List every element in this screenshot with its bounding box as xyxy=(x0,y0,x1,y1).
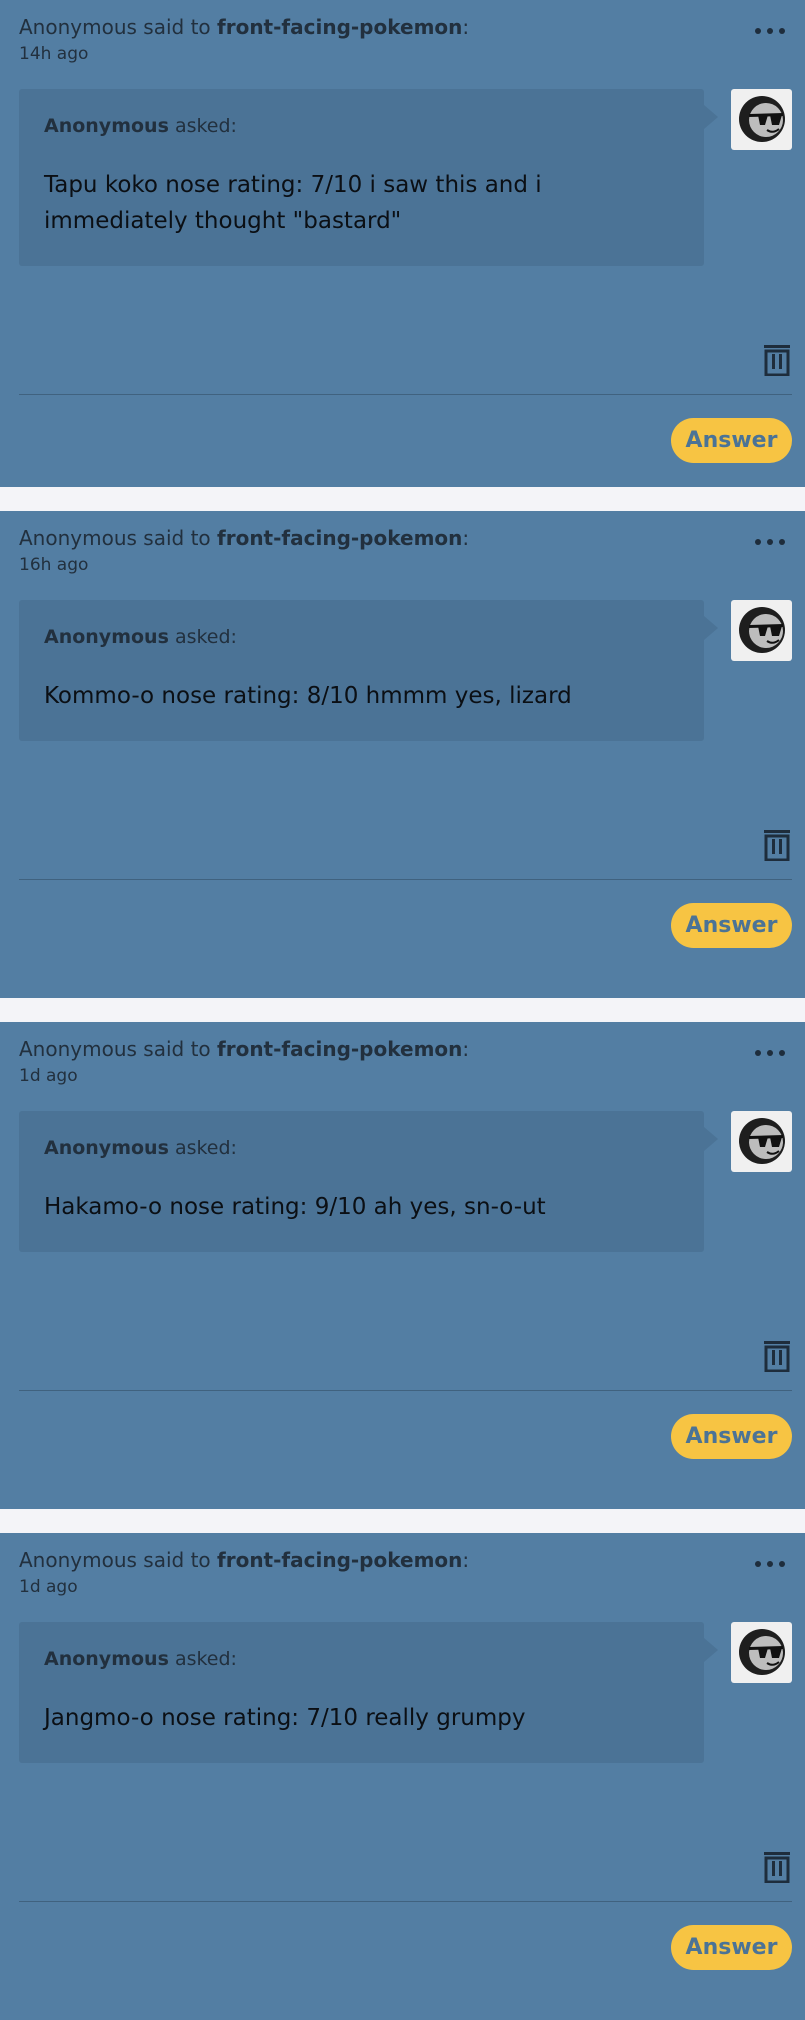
asker-name: Anonymous xyxy=(44,626,169,648)
answer-button[interactable]: Answer xyxy=(671,1925,792,1970)
sender-name: Anonymous xyxy=(19,526,137,550)
question-text: Kommo-o nose rating: 8/10 hmmm yes, liza… xyxy=(44,683,572,709)
timestamp: 16h ago xyxy=(19,555,89,575)
timestamp: 14h ago xyxy=(19,44,89,64)
question-text: Tapu koko nose rating: 7/10 i saw this a… xyxy=(44,172,542,234)
asker-name: Anonymous xyxy=(44,1648,169,1670)
timestamp: 1d ago xyxy=(19,1577,78,1597)
blog-name-link[interactable]: front-facing-pokemon xyxy=(217,15,462,39)
card-header: Anonymous said to front-facing-pokemon: … xyxy=(19,524,469,578)
said-to-text: said to xyxy=(143,526,211,550)
more-options-icon[interactable] xyxy=(755,539,785,549)
question-bubble: Anonymous asked: Jangmo-o nose rating: 7… xyxy=(19,1622,718,1763)
trash-icon[interactable] xyxy=(763,1851,791,1884)
asked-text: asked: xyxy=(174,115,237,137)
ask-card: Anonymous said to front-facing-pokemon: … xyxy=(0,0,805,487)
timestamp: 1d ago xyxy=(19,1066,78,1086)
question-text: Hakamo-o nose rating: 9/10 ah yes, sn-o-… xyxy=(44,1194,546,1220)
colon: : xyxy=(462,15,470,39)
asker-line: Anonymous asked: xyxy=(44,113,679,139)
ask-card: Anonymous said to front-facing-pokemon: … xyxy=(0,1533,805,2020)
sunglasses-face-icon xyxy=(731,1622,792,1683)
answer-button[interactable]: Answer xyxy=(671,903,792,948)
colon: : xyxy=(462,526,470,550)
more-options-icon[interactable] xyxy=(755,28,785,38)
sender-line: Anonymous said to front-facing-pokemon: xyxy=(19,1035,469,1063)
sender-name: Anonymous xyxy=(19,15,137,39)
asked-text: asked: xyxy=(174,1137,237,1159)
colon: : xyxy=(462,1548,470,1572)
colon: : xyxy=(462,1037,470,1061)
question-bubble: Anonymous asked: Hakamo-o nose rating: 9… xyxy=(19,1111,718,1252)
sunglasses-face-icon xyxy=(731,1111,792,1172)
said-to-text: said to xyxy=(143,15,211,39)
asked-text: asked: xyxy=(174,1648,237,1670)
answer-button[interactable]: Answer xyxy=(671,418,792,463)
divider xyxy=(19,879,792,880)
asker-name: Anonymous xyxy=(44,1137,169,1159)
more-options-icon[interactable] xyxy=(755,1561,785,1571)
said-to-text: said to xyxy=(143,1548,211,1572)
asker-line: Anonymous asked: xyxy=(44,1135,679,1161)
divider xyxy=(19,1901,792,1902)
trash-icon[interactable] xyxy=(763,344,791,377)
sunglasses-face-icon xyxy=(731,600,792,661)
said-to-text: said to xyxy=(143,1037,211,1061)
asker-name: Anonymous xyxy=(44,115,169,137)
blog-name-link[interactable]: front-facing-pokemon xyxy=(217,1548,462,1572)
sender-name: Anonymous xyxy=(19,1548,137,1572)
card-header: Anonymous said to front-facing-pokemon: … xyxy=(19,1035,469,1089)
divider xyxy=(19,394,792,395)
ask-card: Anonymous said to front-facing-pokemon: … xyxy=(0,1022,805,1509)
sender-line: Anonymous said to front-facing-pokemon: xyxy=(19,13,469,41)
answer-button[interactable]: Answer xyxy=(671,1414,792,1459)
sender-line: Anonymous said to front-facing-pokemon: xyxy=(19,1546,469,1574)
sender-name: Anonymous xyxy=(19,1037,137,1061)
trash-icon[interactable] xyxy=(763,829,791,862)
more-options-icon[interactable] xyxy=(755,1050,785,1060)
divider xyxy=(19,1390,792,1391)
asked-text: asked: xyxy=(174,626,237,648)
asker-line: Anonymous asked: xyxy=(44,1646,679,1672)
sender-line: Anonymous said to front-facing-pokemon: xyxy=(19,524,469,552)
trash-icon[interactable] xyxy=(763,1340,791,1373)
sunglasses-face-icon xyxy=(731,89,792,150)
ask-card: Anonymous said to front-facing-pokemon: … xyxy=(0,511,805,998)
asker-line: Anonymous asked: xyxy=(44,624,679,650)
card-header: Anonymous said to front-facing-pokemon: … xyxy=(19,13,469,67)
question-bubble: Anonymous asked: Kommo-o nose rating: 8/… xyxy=(19,600,718,741)
blog-name-link[interactable]: front-facing-pokemon xyxy=(217,526,462,550)
card-header: Anonymous said to front-facing-pokemon: … xyxy=(19,1546,469,1600)
blog-name-link[interactable]: front-facing-pokemon xyxy=(217,1037,462,1061)
question-bubble: Anonymous asked: Tapu koko nose rating: … xyxy=(19,89,718,266)
question-text: Jangmo-o nose rating: 7/10 really grumpy xyxy=(44,1705,526,1731)
